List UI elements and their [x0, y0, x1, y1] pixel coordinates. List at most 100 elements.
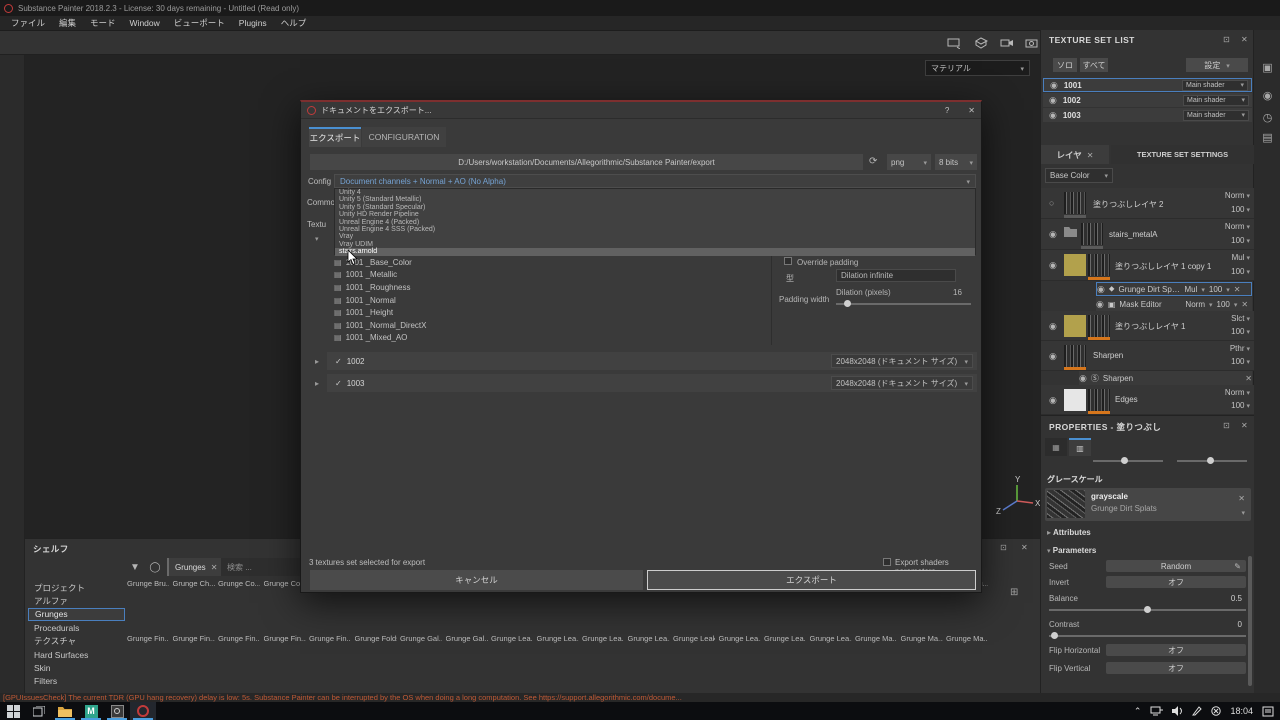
padding-slider-knob[interactable] — [844, 300, 851, 307]
tab-configuration[interactable]: CONFIGURATION — [362, 127, 446, 147]
override-padding-checkbox[interactable] — [784, 257, 792, 265]
help-button[interactable]: ? — [945, 106, 949, 115]
preset-option[interactable]: Unreal Engine 4 SSS (Packed) — [335, 226, 975, 233]
expand-icon[interactable] — [307, 374, 327, 392]
float-panel-icon[interactable]: ⊡ — [1223, 421, 1230, 430]
blend-mode[interactable]: Mul — [1184, 285, 1197, 294]
shader-dropdown[interactable]: Main shader — [1183, 110, 1249, 121]
radio-icon[interactable] — [1049, 95, 1057, 106]
volume-icon[interactable] — [1172, 706, 1183, 716]
visibility-icon[interactable] — [1096, 299, 1104, 310]
action-center-icon[interactable] — [1262, 706, 1274, 717]
capture-app-taskbar-icon[interactable] — [104, 702, 130, 720]
shelf-category[interactable]: Procedurals — [28, 621, 125, 634]
shelf-category[interactable]: プロジェクト — [28, 581, 125, 594]
dialog-titlebar[interactable]: ドキュメントをエクスポート... ? ✕ — [301, 102, 981, 119]
tab-layers[interactable]: レイヤ — [1041, 145, 1109, 164]
export-file-row[interactable]: ▤1001 _Normal_DirectX — [334, 319, 768, 332]
close-panel-icon[interactable] — [1241, 421, 1248, 430]
blend-mode[interactable]: Norm — [1185, 300, 1205, 309]
shelf-tile[interactable]: Grunge Gal... — [446, 634, 488, 644]
shelf-tool-icon[interactable] — [67, 559, 83, 575]
viewport-shading-dropdown[interactable]: マテリアル — [925, 60, 1030, 76]
dilation-dropdown[interactable]: Dilation infinite — [836, 269, 956, 282]
toolbar-icon[interactable] — [56, 34, 74, 52]
export-file-row[interactable]: ▤1001 _Mixed_AO — [334, 332, 768, 345]
texture-set-row[interactable]: 1003 Main shader — [1043, 108, 1252, 122]
toolbar-icon[interactable] — [82, 34, 100, 52]
clock[interactable]: 18:04 — [1230, 706, 1253, 716]
toolbar-icon[interactable] — [30, 34, 48, 52]
blend-mode[interactable]: Norm — [1225, 191, 1245, 200]
pen-icon[interactable] — [1192, 706, 1202, 716]
close-panel-icon[interactable] — [1021, 543, 1028, 552]
display-settings-icon[interactable]: ▣ — [1260, 60, 1275, 75]
shelf-tile[interactable]: Grunge Ma... — [901, 634, 943, 644]
refresh-icon[interactable]: ⟳ — [869, 156, 877, 167]
filter-icon[interactable]: ▼ — [127, 559, 143, 575]
clear-resource-icon[interactable] — [1238, 494, 1245, 503]
radio-icon[interactable] — [1050, 80, 1058, 91]
menu-item[interactable]: ヘルプ — [274, 16, 314, 30]
shelf-tool-icon[interactable] — [48, 559, 64, 575]
slider-knob[interactable] — [1121, 457, 1128, 464]
shelf-tool-icon[interactable] — [86, 559, 102, 575]
shelf-tile[interactable]: Grunge Lea... — [582, 634, 624, 644]
close-panel-icon[interactable] — [1241, 35, 1248, 44]
remove-filter-icon[interactable] — [211, 563, 218, 572]
network-icon[interactable] — [1150, 706, 1163, 716]
preset-option[interactable]: Vray UDIM — [335, 241, 975, 248]
preset-option[interactable]: Unity HD Render Pipeline — [335, 211, 975, 218]
flip-horizontal-toggle[interactable]: オフ — [1106, 644, 1246, 656]
menu-item[interactable]: ビューポート — [167, 16, 232, 30]
opacity-value[interactable]: 100 — [1209, 285, 1222, 294]
shelf-tile[interactable]: Grunge Fin... — [127, 634, 169, 644]
error-status-icon[interactable] — [1211, 706, 1221, 716]
close-dialog-button[interactable]: ✕ — [968, 106, 975, 115]
shelf-tile[interactable]: Grunge Ma... — [855, 634, 897, 644]
shelf-tile[interactable]: Grunge Lea... — [537, 634, 579, 644]
shelf-tile[interactable]: Grunge Lea... — [810, 634, 852, 644]
shader-dropdown[interactable]: Main shader — [1182, 80, 1248, 91]
history-icon[interactable]: ◷ — [1260, 110, 1275, 125]
remove-effect-icon[interactable] — [1234, 285, 1241, 294]
opacity-value[interactable]: 100 — [1231, 357, 1244, 366]
visibility-icon[interactable] — [1079, 373, 1087, 384]
opacity-value[interactable]: 100 — [1231, 327, 1244, 336]
menu-item[interactable]: 編集 — [52, 16, 83, 30]
layer-effect-row[interactable]: Ⓢ Sharpen — [1079, 371, 1252, 385]
shelf-category[interactable]: アルファ — [28, 594, 125, 607]
texture-set-export-row[interactable]: 1002 2048x2048 (ドキュメント サイズ) — [307, 352, 977, 370]
menu-item[interactable]: Plugins — [232, 16, 274, 30]
remove-effect-icon[interactable] — [1245, 374, 1252, 383]
size-dropdown[interactable]: 2048x2048 (ドキュメント サイズ) — [831, 354, 973, 368]
opacity-value[interactable]: 100 — [1217, 300, 1230, 309]
toolbar-icon[interactable] — [108, 34, 126, 52]
visibility-icon[interactable] — [1049, 351, 1057, 362]
radio-icon[interactable] — [1049, 110, 1057, 121]
shelf-tile[interactable]: Grunge Co... — [218, 579, 260, 589]
attributes-section[interactable]: Attributes — [1047, 528, 1091, 537]
visibility-icon[interactable] — [1049, 198, 1054, 208]
filter-chip[interactable]: Grunges — [167, 558, 223, 576]
all-button[interactable]: すべて — [1080, 58, 1108, 72]
file-explorer-taskbar-icon[interactable] — [52, 702, 78, 720]
close-tab-icon[interactable] — [1087, 150, 1094, 160]
scale-slider[interactable] — [1093, 460, 1163, 462]
preset-option[interactable]: stairs.arnold — [335, 248, 975, 255]
shelf-tile[interactable]: Grunge Lea... — [491, 634, 533, 644]
visibility-icon[interactable] — [1049, 395, 1057, 406]
layer-row[interactable]: stairs_metalA Norm 100 — [1041, 219, 1254, 250]
layer-row[interactable]: 塗りつぶしレイヤ 1 Slct 100 — [1041, 311, 1254, 341]
blend-mode[interactable]: Pthr — [1230, 344, 1245, 353]
export-file-row[interactable]: ▤1001 _Roughness — [334, 281, 768, 294]
camera-view-icon[interactable] — [998, 34, 1016, 52]
shelf-tool-icon[interactable] — [29, 559, 45, 575]
bitdepth-dropdown[interactable]: 8 bits — [935, 154, 977, 170]
preset-option[interactable]: Vray — [335, 233, 975, 240]
export-file-row[interactable]: ▤1001 _Height — [334, 306, 768, 319]
shelf-tile[interactable]: Grunge Folds — [355, 634, 397, 644]
config-dropdown[interactable]: Document channels + Normal + AO (No Alph… — [334, 174, 976, 188]
m-app-taskbar-icon[interactable]: M — [78, 702, 104, 720]
screenshot-icon[interactable] — [1022, 34, 1040, 52]
